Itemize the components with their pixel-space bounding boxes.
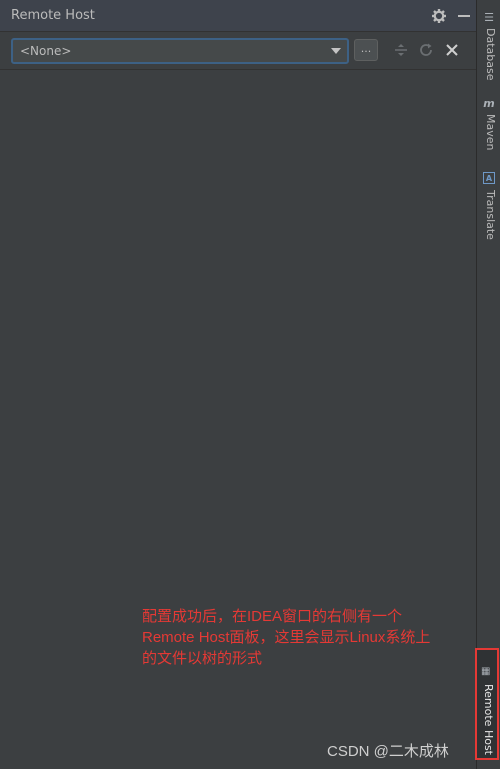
host-select[interactable]: <None> bbox=[11, 38, 349, 64]
tab-translate-label: Translate bbox=[484, 190, 497, 240]
gear-icon[interactable] bbox=[432, 9, 446, 23]
annotation-line: 配置成功后，在IDEA窗口的右侧有一个 bbox=[142, 608, 403, 625]
panel-title: Remote Host bbox=[11, 8, 95, 23]
tab-maven-label: Maven bbox=[484, 114, 497, 151]
host-select-value: <None> bbox=[20, 44, 72, 58]
tab-translate[interactable]: A Translate bbox=[477, 166, 500, 242]
translate-icon: A bbox=[483, 172, 495, 184]
browse-button[interactable]: ... bbox=[354, 39, 378, 61]
tab-maven[interactable]: m Maven bbox=[477, 92, 500, 158]
remote-host-panel: Remote Host <None> ... 配置成功后，在IDEA窗口的右侧有… bbox=[0, 0, 476, 769]
annotation-text: 配置成功后，在IDEA窗口的右侧有一个 Remote Host面板，这里会显示L… bbox=[142, 606, 442, 669]
maven-icon: m bbox=[483, 97, 495, 110]
annotation-line: 的文件以树的形式 bbox=[142, 650, 263, 667]
close-icon[interactable] bbox=[445, 43, 459, 57]
tab-database[interactable]: ☰ Database bbox=[477, 6, 500, 86]
panel-title-bar: Remote Host bbox=[0, 0, 476, 32]
remote-host-icon: ▦ bbox=[481, 666, 491, 677]
watermark-text: CSDN @二木成林 bbox=[327, 743, 449, 760]
database-icon: ☰ bbox=[484, 11, 494, 24]
split-icon[interactable] bbox=[394, 43, 408, 57]
minimize-icon[interactable] bbox=[458, 15, 470, 17]
chevron-down-icon[interactable] bbox=[331, 48, 341, 54]
host-toolbar: <None> ... bbox=[0, 32, 476, 70]
annotation-line: Remote Host面板，这里会显示Linux系统上 bbox=[142, 629, 431, 646]
tab-remote-host-label: Remote Host bbox=[482, 684, 495, 755]
tab-database-label: Database bbox=[484, 28, 497, 81]
tab-remote-host[interactable]: ▦ Remote Host bbox=[475, 648, 499, 760]
refresh-icon[interactable] bbox=[419, 43, 433, 57]
